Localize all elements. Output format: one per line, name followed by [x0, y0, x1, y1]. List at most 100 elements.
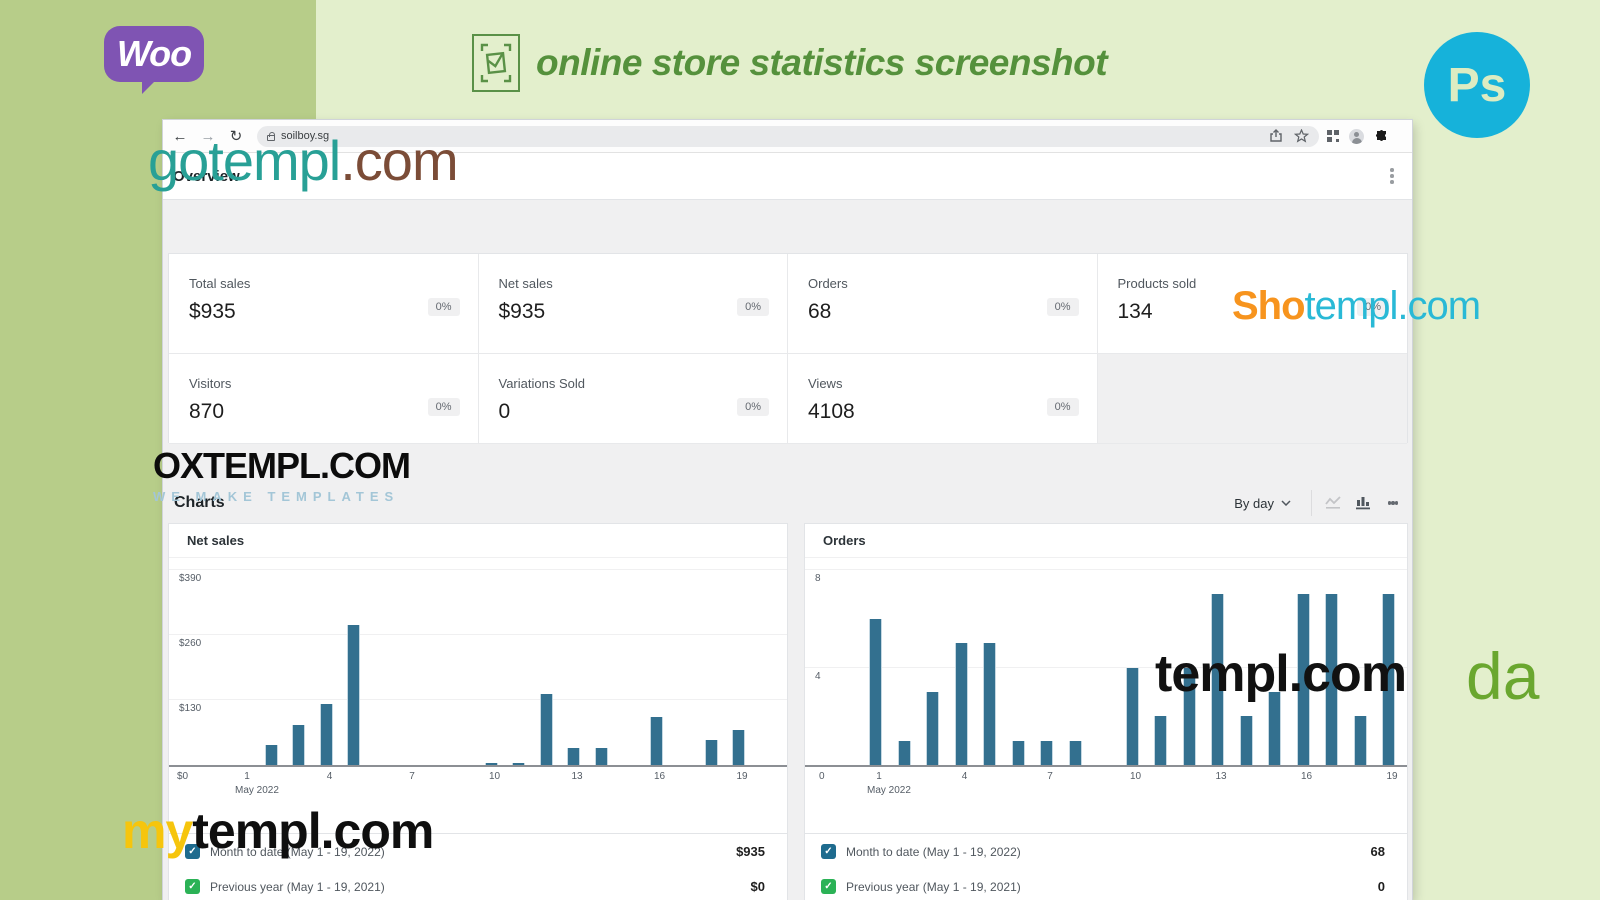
stage: Woo online store statistics screenshot P… — [0, 0, 1600, 900]
stat-change-badge: 0% — [737, 298, 769, 316]
chart-bar[interactable] — [926, 691, 939, 765]
chart-bar[interactable] — [1154, 716, 1167, 765]
chart-bar[interactable] — [1325, 594, 1338, 765]
banner-title: online store statistics screenshot — [472, 34, 1108, 92]
stat-label: Visitors — [189, 376, 232, 391]
chevron-down-icon — [1281, 500, 1291, 506]
gridline — [805, 569, 1407, 570]
stat-change-badge: 0% — [737, 398, 769, 416]
legend-row[interactable]: ✓ Month to date (May 1 - 19, 2022) 68 — [805, 834, 1407, 869]
chart-bar[interactable] — [264, 745, 278, 765]
share-icon[interactable] — [1269, 129, 1284, 143]
qr-code-icon[interactable] — [1327, 130, 1339, 142]
checkbox-previous-period[interactable]: ✓ — [185, 879, 200, 894]
charts-menu-icon[interactable] — [1378, 490, 1408, 516]
stat-value: $935 — [189, 300, 236, 323]
back-icon[interactable]: ← — [169, 128, 191, 145]
chart-bar[interactable] — [983, 643, 996, 765]
stat-value: 134 — [1117, 300, 1153, 323]
chart-bar[interactable] — [1239, 716, 1253, 765]
chart-bar[interactable] — [1011, 740, 1025, 765]
x-axis-tick-label: 19 — [1386, 771, 1398, 782]
chart-bar[interactable] — [594, 747, 608, 765]
legend-row[interactable]: ✓ Previous year (May 1 - 19, 2021) 0 — [805, 869, 1407, 900]
overview-menu-icon[interactable] — [1390, 166, 1394, 187]
stat-change-badge: 0% — [427, 298, 460, 316]
x-axis-tick-label: 10 — [1129, 771, 1142, 782]
url-text: soilboy.sg — [281, 130, 330, 142]
legend-label: Previous year (May 1 - 19, 2021) — [210, 879, 385, 894]
checkbox-previous-period[interactable]: ✓ — [821, 879, 836, 894]
net-sales-chart: $390 $260 $130 — [169, 559, 787, 767]
orders-chart: 84 — [805, 559, 1407, 767]
stat-change-badge: 0% — [1046, 298, 1079, 316]
bookmark-star-icon[interactable] — [1294, 129, 1309, 143]
woo-logo: Woo — [104, 26, 204, 94]
chart-bar[interactable] — [1182, 667, 1196, 765]
interval-dropdown[interactable]: By day — [1220, 496, 1305, 511]
stat-cell[interactable]: Variations Sold 0 0% — [478, 354, 788, 444]
stat-value: $935 — [498, 300, 546, 323]
chart-bar[interactable] — [512, 763, 525, 765]
photoshop-badge: Ps — [1424, 32, 1530, 138]
checkbox-current-period[interactable]: ✓ — [185, 844, 200, 859]
gridline — [169, 569, 787, 570]
x-axis-tick-label: 1 — [244, 771, 250, 782]
chart-bar[interactable] — [1353, 716, 1367, 765]
chart-bar[interactable] — [1211, 594, 1224, 765]
chart-bar[interactable] — [954, 643, 968, 765]
stat-cell[interactable]: Views 4108 0% — [788, 354, 1098, 444]
line-chart-toggle-icon[interactable] — [1318, 490, 1348, 516]
checkbox-current-period[interactable]: ✓ — [821, 844, 836, 859]
stat-cell[interactable]: Total sales $935 0% — [169, 254, 479, 354]
woo-logo-text: Woo — [116, 33, 192, 74]
stat-value: 4108 — [808, 400, 855, 423]
legend-row[interactable]: ✓ Month to date (May 1 - 19, 2022) $935 — [169, 834, 787, 869]
legend-label: Month to date (May 1 - 19, 2022) — [846, 844, 1021, 859]
reload-icon[interactable]: ↻ — [225, 127, 247, 145]
stat-cell[interactable]: Net sales $935 0% — [478, 254, 788, 354]
extension-pin-icon[interactable] — [1374, 129, 1389, 144]
chart-bar[interactable] — [704, 739, 718, 765]
bar-chart-toggle-icon[interactable] — [1348, 490, 1378, 516]
chart-bar[interactable] — [897, 740, 911, 765]
chart-bar[interactable] — [649, 717, 663, 765]
net-sales-panel-title: Net sales — [169, 524, 787, 558]
chart-bar[interactable] — [732, 729, 745, 765]
x-axis-tick-label: 7 — [409, 771, 415, 782]
legend-value: $0 — [750, 879, 765, 894]
chart-bar[interactable] — [1125, 667, 1139, 765]
orders-xaxis: 0 1 4 7 10 13 16 19 May 2022 — [805, 771, 1407, 801]
stat-cell[interactable]: Products sold 134 0% — [1097, 254, 1407, 354]
chart-bar[interactable] — [484, 763, 498, 765]
chart-bar[interactable] — [567, 747, 580, 765]
stat-label: Views — [808, 376, 843, 391]
chart-bar[interactable] — [1040, 740, 1053, 765]
legend-row[interactable]: ✓ Previous year (May 1 - 19, 2021) $0 — [169, 869, 787, 900]
net-sales-legend: ✓ Month to date (May 1 - 19, 2022) $935 ✓ Pr… — [169, 833, 787, 900]
address-bar[interactable]: soilboy.sg — [257, 125, 1319, 147]
profile-avatar[interactable] — [1349, 128, 1364, 144]
legend-value: 0 — [1377, 879, 1385, 894]
x-axis-tick-label: 10 — [488, 771, 501, 782]
chart-bar[interactable] — [347, 625, 360, 765]
forward-icon[interactable]: → — [197, 128, 219, 145]
y-axis-tick-label: $390 — [179, 573, 202, 584]
chart-bar[interactable] — [1268, 691, 1281, 765]
banner-heading: online store statistics screenshot — [536, 42, 1108, 83]
x-axis-tick-label: 4 — [961, 771, 968, 782]
chart-bar[interactable] — [539, 694, 553, 765]
stat-cell[interactable]: Visitors 870 0% — [169, 354, 479, 444]
divider — [1311, 490, 1312, 516]
chart-bar[interactable] — [319, 703, 333, 765]
chart-bar[interactable] — [1068, 740, 1082, 765]
stat-cell[interactable]: Orders 68 0% — [788, 254, 1098, 354]
chart-bar[interactable] — [1296, 594, 1310, 765]
charts-section-header: Charts By day — [168, 485, 1408, 521]
chart-bar[interactable] — [869, 618, 882, 765]
chart-bar[interactable] — [292, 725, 305, 765]
chart-bar[interactable] — [1382, 594, 1395, 765]
browser-window: ← → ↻ soilboy.sg Overview Total sales $9… — [163, 120, 1412, 900]
browser-toolbar: ← → ↻ soilboy.sg — [163, 120, 1412, 153]
analytics-page: Overview Total sales $935 0% Net sales $935 0… — [163, 153, 1412, 900]
